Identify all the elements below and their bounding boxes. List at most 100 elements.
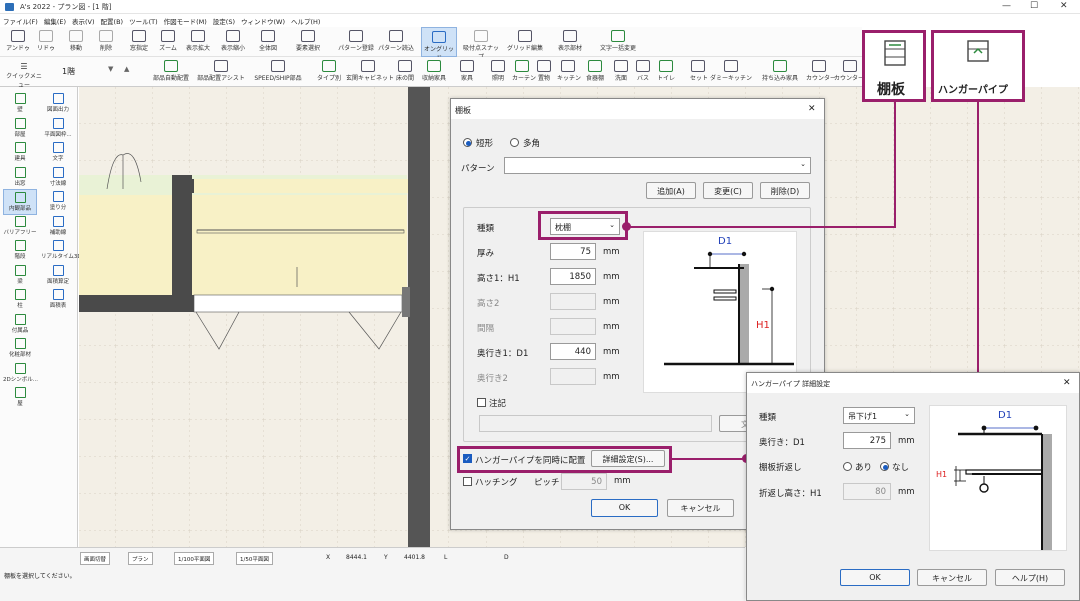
menu-place[interactable]: 配置(B) — [98, 14, 127, 26]
left-panel-item-6-0[interactable]: 階段 — [3, 238, 37, 264]
parts-item-7[interactable]: 家具 — [450, 57, 484, 87]
parts-item-3[interactable]: タイプ別 — [315, 57, 343, 87]
detail-help-button[interactable]: ヘルプ(H) — [995, 569, 1065, 586]
maximize-button[interactable]: ☐ — [1030, 1, 1038, 11]
display-parts-button[interactable]: 表示部材 — [552, 27, 588, 57]
left-panel-item-8-1[interactable]: 面積表 — [41, 287, 75, 313]
left-panel-item-3-1[interactable]: 寸法線 — [41, 165, 75, 191]
menu-help[interactable]: ヘルプ(H) — [288, 14, 323, 26]
parts-item-18[interactable]: 持ち込み家具 — [758, 57, 802, 87]
parts-item-2[interactable]: SPEED/SHIP部品 — [248, 57, 308, 87]
note-checkbox[interactable] — [477, 398, 486, 407]
parts-item-11[interactable]: キッチン — [557, 57, 581, 87]
floor-down-icon[interactable]: ▼ — [108, 65, 113, 73]
left-panel-item-0-0[interactable]: 壁 — [3, 91, 37, 117]
parts-item-10[interactable]: 置物 — [533, 57, 555, 87]
parts-item-13[interactable]: 洗面 — [611, 57, 631, 87]
left-panel-item-9-0[interactable]: 付属品 — [3, 312, 37, 338]
on-grid-button[interactable]: オングリッド — [421, 27, 457, 62]
parts-item-17[interactable]: ダミーキッチン — [708, 57, 754, 87]
zoom-out-button[interactable]: 表示縮小 — [216, 27, 250, 57]
parts-item-5[interactable]: 床の間 — [392, 57, 418, 87]
parts-item-12[interactable]: 食器棚 — [582, 57, 608, 87]
undo-button[interactable]: アンドゥ — [4, 27, 32, 57]
menu-mode[interactable]: 作図モード(M) — [161, 14, 210, 26]
cancel-button[interactable]: キャンセル — [667, 499, 734, 517]
zoom-button[interactable]: ズーム — [154, 27, 182, 57]
parts-item-4[interactable]: 玄関キャビネット — [346, 57, 394, 87]
plan-1-50-tab[interactable]: 1/50平面図 — [236, 552, 273, 565]
zoom-in-button[interactable]: 表示拡大 — [182, 27, 214, 57]
parts-item-9[interactable]: カーテン — [512, 57, 536, 87]
full-view-button[interactable]: 全体図 — [252, 27, 284, 57]
pattern-register-button[interactable]: パターン登録 — [338, 27, 374, 57]
screen-switch-button[interactable]: 画面切替 — [80, 552, 111, 565]
left-panel-item-4-0[interactable]: 内観部品 — [3, 189, 37, 215]
left-panel-item-7-0[interactable]: 梁 — [3, 263, 37, 289]
quick-menu-button[interactable]: ☰ クイックメニュー — [4, 57, 44, 89]
pattern-select[interactable]: ⌄ — [504, 157, 811, 174]
add-button[interactable]: 追加(A) — [646, 182, 696, 199]
text-batch-change-button[interactable]: 文字一括変更 — [596, 27, 640, 57]
parts-item-0[interactable]: 部品自動配置 — [148, 57, 194, 87]
parts-item-19[interactable]: カウンター — [806, 57, 836, 87]
menu-view[interactable]: 表示(V) — [69, 14, 98, 26]
left-panel-item-5-0[interactable]: バリアフリー — [3, 214, 37, 240]
ok-button[interactable]: OK — [591, 499, 658, 517]
drawing-canvas[interactable] — [79, 87, 450, 547]
parts-item-15[interactable]: トイレ — [656, 57, 676, 87]
depth1-input[interactable]: 440 — [550, 343, 596, 360]
detail-depth-input[interactable]: 275 — [843, 432, 891, 449]
dialog-close-button[interactable]: ✕ — [808, 104, 816, 114]
thickness-input[interactable]: 75 — [550, 243, 596, 260]
close-button[interactable]: ✕ — [1060, 1, 1068, 11]
snap-button[interactable]: 吸付点スナップ — [461, 27, 501, 61]
fold-yes-radio[interactable] — [843, 462, 852, 471]
detail-cancel-button[interactable]: キャンセル — [917, 569, 987, 586]
parts-item-1[interactable]: 部品配置アシスト — [196, 57, 246, 87]
minimize-button[interactable]: — — [1002, 1, 1011, 11]
parts-item-8[interactable]: 照明 — [487, 57, 509, 87]
pattern-load-button[interactable]: パターン読込 — [378, 27, 414, 57]
shape-poly-radio[interactable] — [510, 138, 519, 147]
select-element-button[interactable]: 要素選択 — [290, 27, 326, 57]
parts-item-6[interactable]: 収納家具 — [421, 57, 447, 87]
delete-button[interactable]: 削除 — [92, 27, 120, 57]
menu-edit[interactable]: 編集(E) — [41, 14, 69, 26]
floor-selector[interactable]: 1階 — [62, 66, 75, 77]
window-select-button[interactable]: 窓指定 — [124, 27, 154, 57]
left-panel-item-5-1[interactable]: 補助線 — [41, 214, 75, 240]
left-panel-item-8-0[interactable]: 柱 — [3, 287, 37, 313]
fold-no-radio[interactable] — [880, 462, 889, 471]
grid-edit-button[interactable]: グリッド編集 — [505, 27, 545, 57]
move-button[interactable]: 移動 — [62, 27, 90, 57]
plan-1-100-tab[interactable]: 1/100平面図 — [174, 552, 215, 565]
menu-tools[interactable]: ツール(T) — [126, 14, 161, 26]
parts-item-16[interactable]: セット — [690, 57, 708, 87]
left-panel-item-2-1[interactable]: 文字 — [41, 140, 75, 166]
menu-file[interactable]: ファイル(F) — [0, 14, 41, 26]
left-panel-item-10-0[interactable]: 化粧部材 — [3, 336, 37, 362]
redo-button[interactable]: リドゥ — [32, 27, 60, 57]
floor-up-icon[interactable]: ▲ — [124, 65, 129, 73]
left-panel-item-3-0[interactable]: 出窓 — [3, 165, 37, 191]
left-panel-item-0-1[interactable]: 図面出力 — [41, 91, 75, 117]
plan-tab[interactable]: プラン — [128, 552, 153, 565]
height1-input[interactable]: 1850 — [550, 268, 596, 285]
change-button[interactable]: 変更(C) — [703, 182, 753, 199]
left-panel-item-2-0[interactable]: 建具 — [3, 140, 37, 166]
detail-dialog-close-button[interactable]: ✕ — [1063, 378, 1071, 388]
left-panel-item-4-1[interactable]: 塗り分 — [41, 189, 75, 215]
delete-pattern-button[interactable]: 削除(D) — [760, 182, 810, 199]
parts-item-14[interactable]: バス — [633, 57, 653, 87]
left-panel-item-6-1[interactable]: リアルタイム3D... — [41, 238, 87, 264]
left-panel-item-7-1[interactable]: 面積算定 — [41, 263, 75, 289]
left-panel-item-12-0[interactable]: 屋 — [3, 385, 37, 411]
menu-settings[interactable]: 設定(S) — [210, 14, 238, 26]
left-panel-item-1-1[interactable]: 平面図枠... — [41, 116, 75, 142]
shape-rect-radio[interactable] — [463, 138, 472, 147]
hatching-checkbox[interactable] — [463, 477, 472, 486]
detail-ok-button[interactable]: OK — [840, 569, 910, 586]
detail-kind-select[interactable]: 吊下げ1 ⌄ — [843, 407, 915, 424]
menu-window[interactable]: ウィンドウ(W) — [238, 14, 288, 26]
